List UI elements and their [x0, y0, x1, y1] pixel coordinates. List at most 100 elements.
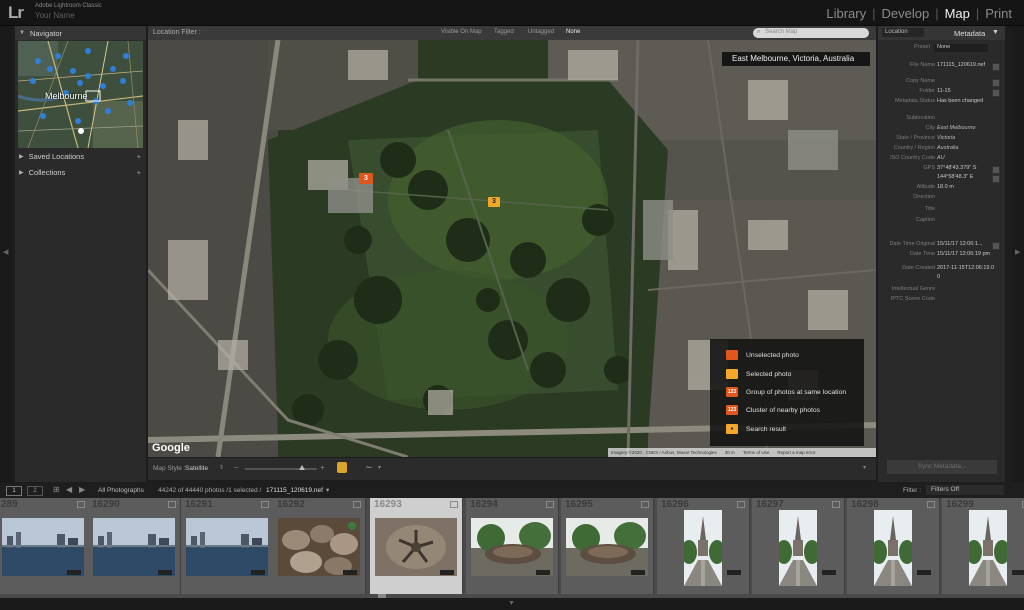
photo-thumbnail[interactable] [684, 510, 722, 586]
filmstrip-cell[interactable]: 16293 [370, 498, 463, 594]
photo-thumbnail[interactable] [874, 510, 912, 586]
photo-thumbnail[interactable] [566, 518, 648, 576]
metadata-field-value[interactable]: East Melbourne [937, 125, 976, 131]
metadata-field-value[interactable]: 144°58'48.3" E [937, 174, 973, 180]
zoom-slider[interactable] [245, 465, 317, 470]
metadata-field-value[interactable]: AU [937, 155, 945, 161]
photo-thumbnail[interactable] [278, 518, 360, 576]
forward-arrow-icon[interactable]: ▶ [79, 485, 85, 494]
module-map[interactable]: Map [945, 6, 970, 21]
quick-collection-icon[interactable] [546, 501, 554, 508]
filmstrip-cell[interactable]: 16294 [466, 498, 559, 594]
collections-header[interactable]: ▶ Collections + [15, 165, 146, 179]
attribution-report[interactable]: Report a map error [777, 450, 815, 455]
left-edge[interactable]: ◀ [0, 26, 12, 482]
filter-none[interactable]: None [566, 29, 580, 35]
photo-thumbnail[interactable] [375, 518, 457, 576]
zoom-out-icon[interactable]: − [234, 463, 239, 472]
photo-thumbnail[interactable] [93, 518, 175, 576]
toolbar-menu-icon[interactable]: ▾ [863, 464, 866, 471]
chevron-down-icon[interactable]: ▾ [326, 486, 329, 494]
filmstrip-cell[interactable]: 16292 [273, 498, 366, 594]
photo-thumbnail[interactable] [2, 518, 84, 576]
edit-field-icon[interactable] [992, 79, 1000, 87]
map-pin-selected[interactable]: 3 [488, 197, 500, 207]
zoom-in-icon[interactable]: + [320, 463, 325, 472]
triangle-down-icon[interactable]: ▼ [992, 29, 999, 36]
tracklog-icon[interactable]: ∼ [365, 462, 373, 473]
filmstrip-cell[interactable]: 16295 [561, 498, 654, 594]
filmstrip-cell[interactable]: 16290 [88, 498, 181, 594]
bottom-edge[interactable]: ▼ [0, 598, 1024, 610]
metadata-field-value[interactable]: 0 [937, 274, 940, 280]
quick-collection-icon[interactable] [168, 501, 176, 508]
primary-window-button[interactable]: 1 [6, 486, 22, 496]
module-print[interactable]: Print [985, 6, 1012, 21]
filter-untagged[interactable]: Untagged [528, 29, 554, 35]
collapse-bottom-icon[interactable]: ▼ [508, 600, 515, 607]
quick-collection-icon[interactable] [737, 501, 745, 508]
metadata-field-value[interactable]: 18.0 m [937, 184, 954, 190]
photo-thumbnail[interactable] [969, 510, 1007, 586]
secondary-window-button[interactable]: 2 [27, 486, 43, 496]
filmstrip-cell[interactable]: 16299 [942, 498, 1024, 594]
collapse-left-icon[interactable]: ◀ [3, 248, 8, 256]
filmstrip-cell[interactable]: 16291 [181, 498, 274, 594]
navigator-header[interactable]: ▼ Navigator [15, 26, 146, 40]
edit-field-icon[interactable] [992, 175, 1000, 183]
filmstrip-cell[interactable]: 289 [0, 498, 90, 594]
chevron-down-icon[interactable]: ⇕ [219, 464, 224, 471]
metadata-header[interactable]: Location Metadata ▼ [878, 26, 1005, 40]
filmstrip-cell[interactable]: 16296 [657, 498, 750, 594]
quick-collection-icon[interactable] [77, 501, 85, 508]
lock-markers-icon[interactable] [337, 462, 347, 473]
right-edge[interactable]: ▶ [1012, 26, 1024, 482]
edit-field-icon[interactable] [992, 63, 1000, 71]
add-icon[interactable]: + [137, 152, 141, 161]
map-style-select[interactable]: Satellite [185, 465, 208, 472]
filmstrip-cell[interactable]: 16297 [752, 498, 845, 594]
module-develop[interactable]: Develop [881, 6, 929, 21]
quick-collection-icon[interactable] [261, 501, 269, 508]
edit-field-icon[interactable] [992, 242, 1000, 250]
photo-thumbnail[interactable] [186, 518, 268, 576]
edit-field-icon[interactable] [992, 89, 1000, 97]
metadata-field-value[interactable]: 15/11/17 12:06:19 pm [937, 251, 990, 257]
quick-collection-icon[interactable] [353, 501, 361, 508]
preset-select[interactable]: None [934, 44, 988, 52]
quick-collection-icon[interactable] [450, 501, 458, 508]
metadata-field-value[interactable]: 171115_120619.nef [937, 62, 985, 68]
filmstrip-source[interactable]: All Photographs [98, 487, 144, 494]
collapse-right-icon[interactable]: ▶ [1015, 248, 1020, 256]
photo-thumbnail[interactable] [471, 518, 553, 576]
quick-collection-icon[interactable] [927, 501, 935, 508]
metadata-field-value[interactable]: 37°48'43.379" S [937, 165, 976, 171]
metadata-field-value[interactable]: 11-15 [937, 88, 951, 94]
photo-thumbnail[interactable] [779, 510, 817, 586]
filter-select[interactable]: Filters Off [926, 485, 1004, 495]
metadata-field-value[interactable]: 2017-11-15T12:06:19.0 [937, 265, 994, 271]
zoom-slider-handle[interactable] [299, 465, 305, 470]
filmstrip-cell[interactable]: 16298 [847, 498, 940, 594]
edit-field-icon[interactable] [992, 166, 1000, 174]
filter-tagged[interactable]: Tagged [494, 29, 514, 35]
add-icon[interactable]: + [137, 168, 141, 177]
saved-locations-header[interactable]: ▶ Saved Locations + [15, 149, 146, 163]
metadata-field-value[interactable]: 15/11/17 12:06:1... [937, 241, 982, 247]
grid-view-icon[interactable]: ⊞ [53, 485, 60, 494]
navigator-map[interactable]: Melbourne [18, 41, 143, 148]
quick-collection-icon[interactable] [641, 501, 649, 508]
back-arrow-icon[interactable]: ◀ [66, 485, 72, 494]
metadata-field-value[interactable]: Australia [937, 145, 958, 151]
sync-metadata-button[interactable]: Sync Metadata... [886, 459, 998, 475]
metadata-view-select[interactable]: Location [882, 28, 924, 37]
filter-visible-on-map[interactable]: Visible On Map [441, 29, 482, 35]
map-pin-group[interactable]: 3 [359, 173, 373, 184]
quick-collection-icon[interactable] [832, 501, 840, 508]
metadata-field-value[interactable]: Has been changed [937, 98, 983, 104]
tracklog-dropdown-icon[interactable]: ▾ [378, 464, 381, 471]
module-library[interactable]: Library [826, 6, 866, 21]
attribution-terms[interactable]: Terms of Use [743, 450, 770, 455]
metadata-field-value[interactable]: Victoria [937, 135, 955, 141]
search-map-input[interactable]: ⌕ Search Map [753, 28, 869, 38]
